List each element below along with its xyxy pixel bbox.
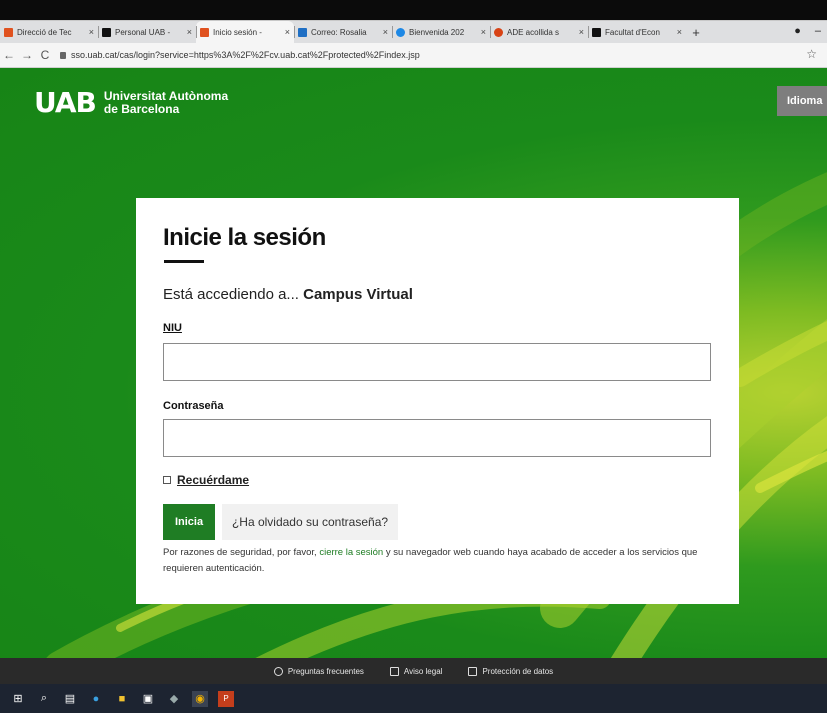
tab-favicon-icon [396,27,405,37]
close-tab-icon[interactable]: × [579,27,584,37]
tab-title: Correo: Rosalia [311,27,367,37]
niu-label: NIU [163,322,182,334]
privacy-link[interactable]: Protección de datos [468,666,554,676]
access-prefix: Está accediendo a... [163,286,299,303]
store-icon[interactable]: ▣ [140,691,156,707]
legal-link[interactable]: Aviso legal [389,666,443,676]
minimize-icon[interactable]: – [815,25,821,37]
faq-label: Preguntas frecuentes [287,666,364,676]
tab-direccio[interactable]: Direcció de Tec × [0,21,98,43]
paint-icon[interactable]: ◆ [166,691,182,707]
tab-personal-uab[interactable]: Personal UAB - × [98,21,196,43]
task-view-icon[interactable]: ▤ [62,691,78,707]
login-card: Inicie la sesión Está accediendo a... Ca… [136,198,739,604]
login-page: UAB Universitat Autònoma de Barcelona Id… [0,68,827,658]
tab-title: Direcció de Tec [17,27,72,37]
tab-favicon-icon [494,27,503,37]
tab-facultat[interactable]: Facultat d'Econ × [588,21,686,43]
bookmark-star-icon[interactable]: ☆ [806,47,817,61]
chat-icon [389,666,399,676]
new-tab-button[interactable]: + [686,21,706,43]
password-label: Contraseña [163,400,224,412]
tab-title: Bienvenida 202 [409,27,465,37]
tab-correo[interactable]: Correo: Rosalia × [294,21,392,43]
chrome-icon[interactable]: ◉ [192,690,208,707]
tab-favicon-icon [298,27,307,37]
tab-favicon-icon [4,27,13,37]
tab-title: ADE acollida s [507,27,560,37]
reload-icon[interactable]: C [36,48,54,62]
remember-label: Recuérdame [177,473,250,487]
university-name-line1: Universitat Autònoma [103,88,229,103]
tab-favicon-icon [592,27,601,37]
close-tab-icon[interactable]: × [481,27,486,37]
window-controls: ● – [794,20,827,42]
password-input[interactable] [163,419,711,457]
url-text: sso.uab.cat/cas/login?service=https%3A%2… [71,50,420,60]
tab-inicio-sesion[interactable]: Inicio sesión - × [196,21,294,43]
tab-bienvenida[interactable]: Bienvenida 202 × [392,21,490,43]
tab-title: Personal UAB - [115,27,171,37]
address-bar-row: ← → C sso.uab.cat/cas/login?service=http… [0,43,827,68]
access-info: Está accediendo a... Campus Virtual [163,286,413,303]
file-explorer-icon[interactable]: ■ [114,691,130,707]
search-icon[interactable]: ⌕ [36,691,52,707]
remember-me[interactable]: Recuérdame [163,473,249,487]
legal-label: Aviso legal [403,666,443,676]
page-title: Inicie la sesión [163,224,326,251]
close-tab-icon[interactable]: × [187,27,192,37]
address-bar[interactable]: sso.uab.cat/cas/login?service=https%3A%2… [60,50,420,60]
tab-favicon-icon [200,27,209,37]
info-icon [273,666,283,676]
tab-title: Inicio sesión - [213,27,262,37]
forward-icon[interactable]: → [18,48,36,62]
university-name: Universitat Autònoma de Barcelona [103,88,229,116]
security-notice: Por razones de seguridad, por favor, cie… [163,545,723,577]
notice-text-before: Por razones de seguridad, por favor, [163,547,320,558]
close-tab-icon[interactable]: × [677,27,682,37]
edge-browser-icon[interactable]: ● [88,691,104,707]
close-tab-icon[interactable]: × [89,27,94,37]
login-button[interactable]: Inicia [163,504,215,540]
lock-icon [60,51,66,59]
title-underline [164,260,204,263]
exit-door-icon [468,666,478,676]
uab-logo[interactable]: UAB Universitat Autònoma de Barcelona [34,86,228,119]
profile-icon[interactable]: ● [794,25,801,37]
language-button[interactable]: Idioma [777,86,827,116]
page-footer: Preguntas frecuentes Aviso legal Protecc… [0,658,827,684]
forgot-password-button[interactable]: ¿Ha olvidado su contraseña? [222,504,398,540]
tab-title: Facultat d'Econ [605,27,660,37]
university-name-line2: de Barcelona [103,101,180,116]
back-icon[interactable]: ← [0,48,18,62]
logo-mark: UAB [34,86,97,119]
tab-favicon-icon [102,27,111,37]
tab-ade-acollida[interactable]: ADE acollida s × [490,21,588,43]
powerpoint-icon[interactable]: P [218,690,234,707]
access-service: Campus Virtual [303,286,413,303]
privacy-label: Protección de datos [482,666,554,676]
tab-strip: Direcció de Tec × Personal UAB - × Inici… [0,20,827,43]
title-bar [0,0,827,22]
logout-link[interactable]: cierre la sesión [319,547,383,558]
faq-link[interactable]: Preguntas frecuentes [273,666,364,676]
niu-input[interactable] [163,343,711,381]
os-taskbar: ⊞ ⌕ ▤ ● ■ ▣ ◆ ◉ P [0,684,827,713]
close-tab-icon[interactable]: × [285,27,290,37]
close-tab-icon[interactable]: × [383,27,388,37]
remember-checkbox[interactable] [163,476,171,484]
windows-start-icon[interactable]: ⊞ [10,691,26,707]
